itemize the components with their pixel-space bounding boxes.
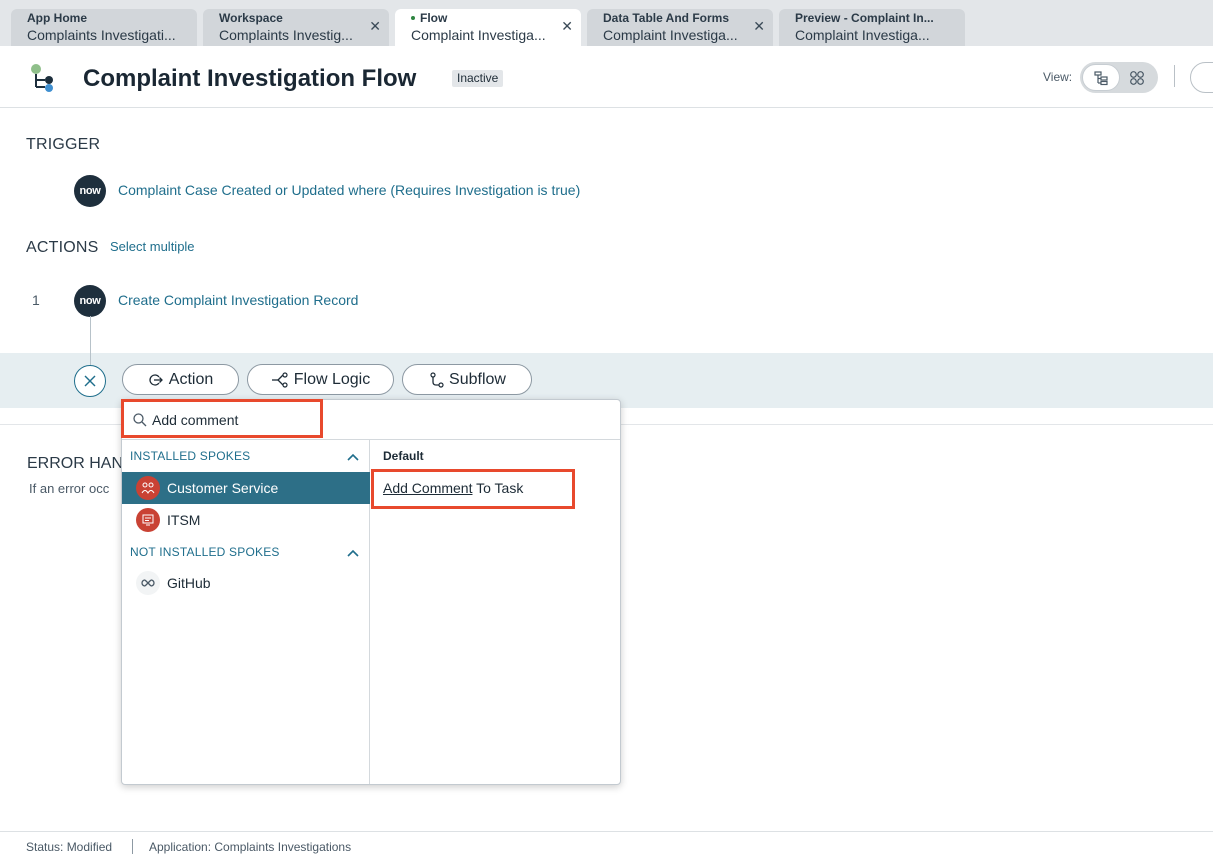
flow-header: Complaint Investigation Flow Inactive Vi… xyxy=(0,46,1213,108)
chevron-up-icon[interactable] xyxy=(346,452,360,462)
results-pane: Default Add Comment To Task xyxy=(371,440,620,784)
spoke-label: ITSM xyxy=(167,512,201,528)
results-header: Default xyxy=(383,449,424,463)
flow-logic-icon xyxy=(271,371,288,388)
close-icon[interactable]: ✕ xyxy=(753,19,765,33)
tab-workspace[interactable]: Workspace Complaints Investig... ✕ xyxy=(203,9,389,46)
error-handler-title: ERROR HAND xyxy=(27,455,135,472)
now-logo-icon: now xyxy=(74,285,106,317)
customer-service-icon xyxy=(136,476,160,500)
action-icon xyxy=(149,373,163,386)
spoke-item-github[interactable]: GitHub xyxy=(122,567,370,599)
tab-preview[interactable]: Preview - Complaint In... Complaint Inve… xyxy=(779,9,965,46)
spoke-item-customer-service[interactable]: Customer Service xyxy=(122,472,370,504)
application-text: Application: Complaints Investigations xyxy=(149,840,352,854)
step-connector xyxy=(90,316,91,368)
spoke-label: GitHub xyxy=(167,575,211,591)
search-row xyxy=(122,400,620,440)
flow-logic-button[interactable]: Flow Logic xyxy=(247,364,394,395)
close-icon[interactable]: ✕ xyxy=(369,19,381,33)
tab-app-home[interactable]: App Home Complaints Investigati... xyxy=(11,9,197,46)
tab-subtitle: Complaint Investiga... xyxy=(411,27,546,43)
search-input[interactable] xyxy=(152,410,322,430)
tab-title: Workspace xyxy=(219,11,283,25)
spokes-pane: INSTALLED SPOKES Customer Service ITSM N… xyxy=(122,440,370,784)
installed-spokes-header: INSTALLED SPOKES xyxy=(130,449,251,463)
close-icon xyxy=(84,375,96,387)
tab-title-text: Flow xyxy=(420,11,448,25)
action-button[interactable]: Action xyxy=(122,364,239,395)
subflow-button[interactable]: Subflow xyxy=(402,364,532,395)
status-bar: Status: Modified Application: Complaints… xyxy=(0,831,1213,858)
diagram-view-button[interactable] xyxy=(1118,64,1156,91)
tree-view-icon xyxy=(1094,70,1108,85)
chevron-up-icon[interactable] xyxy=(346,548,360,558)
active-dot-icon xyxy=(411,15,415,20)
actions-section-title: ACTIONS xyxy=(26,239,99,256)
action-button-label: Action xyxy=(168,370,214,388)
page-title: Complaint Investigation Flow xyxy=(83,65,417,92)
result-match-text: Add Comment xyxy=(383,480,473,496)
spoke-label: Customer Service xyxy=(167,480,279,496)
tab-subtitle: Complaints Investig... xyxy=(219,27,353,43)
tab-data-table-and-forms[interactable]: Data Table And Forms Complaint Investiga… xyxy=(587,9,773,46)
result-add-comment-to-task[interactable]: Add Comment To Task xyxy=(383,480,523,496)
tab-subtitle: Complaints Investigati... xyxy=(27,27,176,43)
diagram-view-icon xyxy=(1130,70,1144,85)
header-separator xyxy=(1174,65,1175,87)
tab-subtitle: Complaint Investiga... xyxy=(603,27,738,43)
tab-title: App Home xyxy=(27,11,87,25)
result-rest-text: To Task xyxy=(472,480,524,496)
tab-subtitle: Complaint Investiga... xyxy=(795,27,930,43)
trigger-link[interactable]: Complaint Case Created or Updated where … xyxy=(118,182,580,198)
subflow-icon xyxy=(430,371,444,388)
not-installed-spokes-header: NOT INSTALLED SPOKES xyxy=(130,545,280,559)
spoke-item-itsm[interactable]: ITSM xyxy=(122,504,370,536)
close-icon[interactable]: ✕ xyxy=(561,19,573,33)
error-handler-text: If an error occ xyxy=(29,481,110,496)
flow-designer-icon xyxy=(31,64,53,92)
subflow-button-label: Subflow xyxy=(449,370,506,388)
tab-title: Flow xyxy=(411,11,569,26)
tab-bar: App Home Complaints Investigati... Works… xyxy=(0,0,1213,46)
action-picker-popup: INSTALLED SPOKES Customer Service xyxy=(121,399,621,785)
tree-view-button[interactable] xyxy=(1082,64,1120,91)
trigger-section-title: TRIGGER xyxy=(26,136,101,153)
view-label: View: xyxy=(1043,70,1073,84)
now-logo-icon: now xyxy=(74,175,106,207)
github-icon xyxy=(136,571,160,595)
select-multiple-link[interactable]: Select multiple xyxy=(110,239,195,254)
status-badge: Inactive xyxy=(452,70,504,87)
tab-flow[interactable]: Flow Complaint Investiga... ✕ xyxy=(395,9,581,46)
flow-logic-button-label: Flow Logic xyxy=(293,370,371,388)
close-add-button[interactable] xyxy=(74,365,106,397)
tab-title: Preview - Complaint In... xyxy=(795,11,934,25)
action-link[interactable]: Create Complaint Investigation Record xyxy=(118,292,358,308)
header-more-button[interactable] xyxy=(1190,62,1213,93)
status-separator xyxy=(132,839,133,854)
action-number: 1 xyxy=(32,292,40,308)
itsm-icon xyxy=(136,508,160,532)
view-toggle xyxy=(1080,62,1158,93)
status-text: Status: Modified xyxy=(26,840,113,854)
tab-title: Data Table And Forms xyxy=(603,11,730,25)
search-icon xyxy=(133,413,147,427)
